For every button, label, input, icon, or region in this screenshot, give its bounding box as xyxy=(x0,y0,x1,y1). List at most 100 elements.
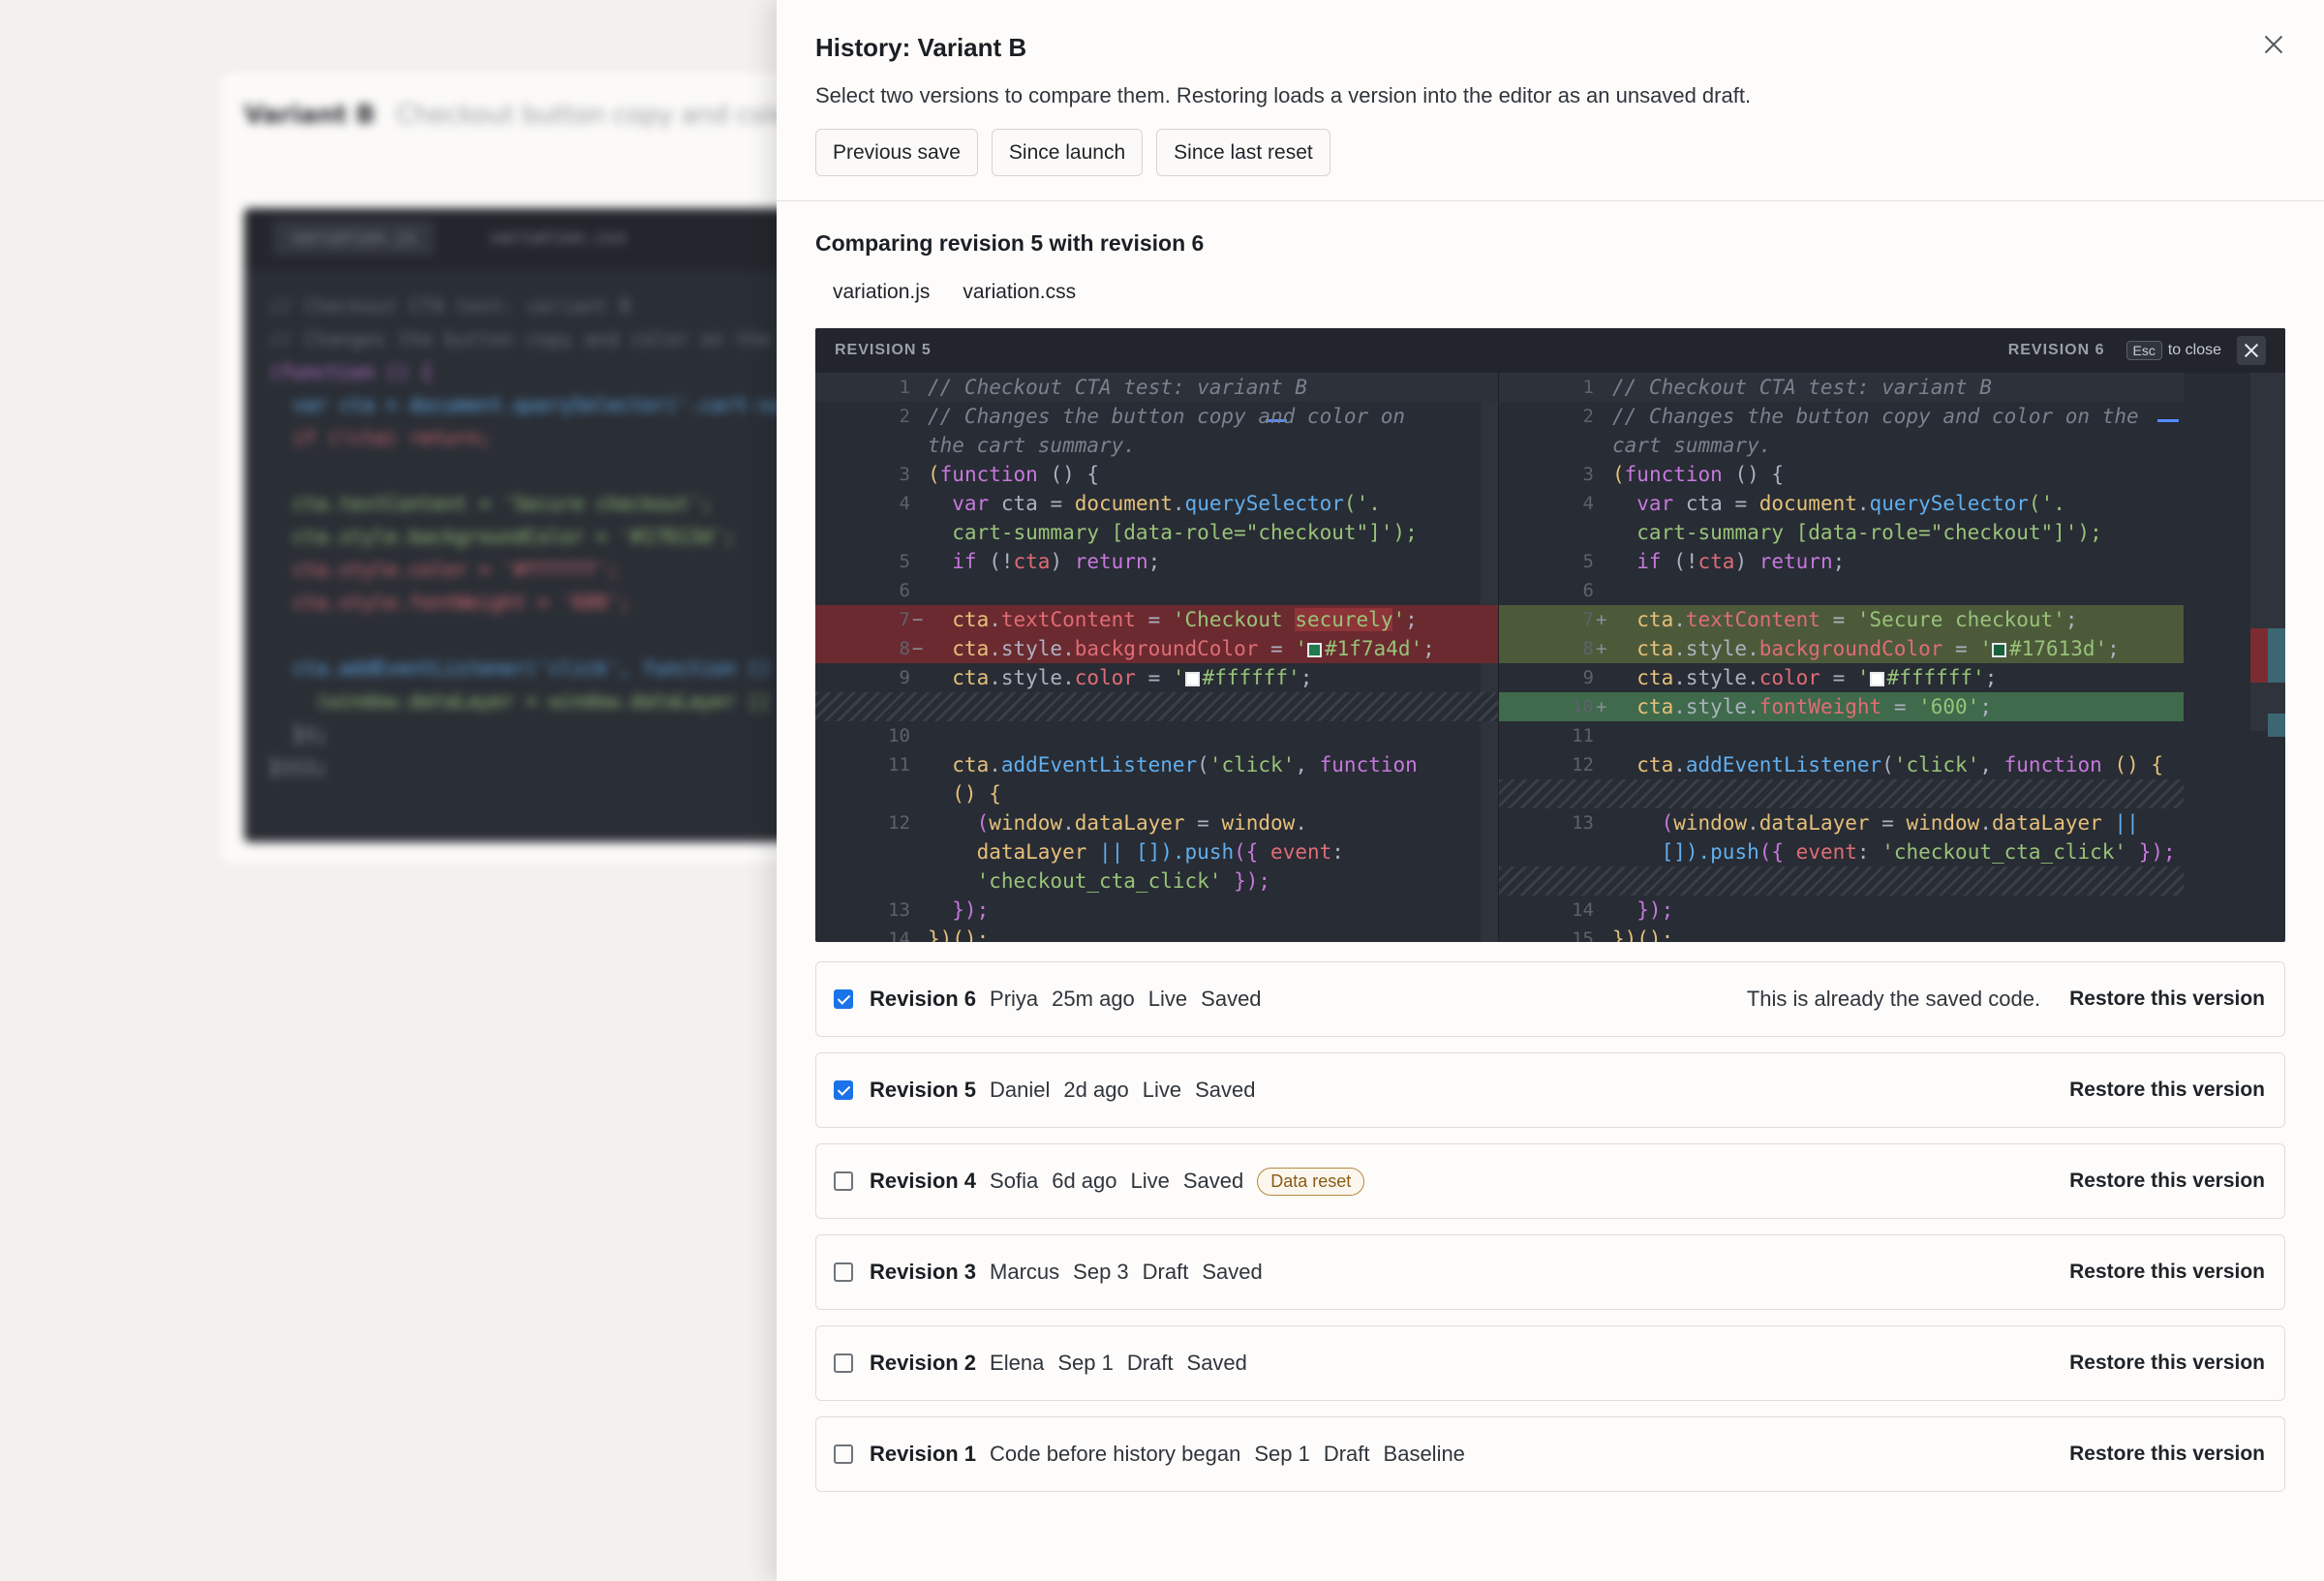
overview-added-marker xyxy=(2268,628,2285,683)
preset-since-launch-button[interactable]: Since launch xyxy=(991,129,1144,176)
background-code-line: // Checkout CTA test: variant B xyxy=(269,294,631,318)
background-code: // Checkout CTA test: variant B // Change… xyxy=(244,270,786,803)
diff-line: 11 xyxy=(1572,725,1594,746)
diff-line: 15})(); xyxy=(1572,927,1674,942)
color-swatch-icon xyxy=(1869,672,1884,686)
revision-6-checkbox[interactable] xyxy=(834,989,853,1009)
history-header: History: Variant B Select two versions t… xyxy=(777,0,2324,201)
revision-author: Code before history began xyxy=(990,1442,1241,1466)
revision-row-6[interactable]: Revision 6 Priya 25m ago Live Saved This… xyxy=(815,961,2285,1037)
revision-3-checkbox[interactable] xyxy=(834,1262,853,1282)
revision-name: Revision 6 xyxy=(870,987,977,1011)
revision-name: Revision 5 xyxy=(870,1078,977,1102)
revision-env: Draft xyxy=(1126,1351,1174,1375)
revision-time: Sep 1 xyxy=(1254,1442,1310,1466)
restore-revision-5-button[interactable]: Restore this version xyxy=(2069,1079,2265,1102)
background-code-line: (function () { xyxy=(269,360,433,383)
background-title: Variant B Checkout button copy and color xyxy=(244,101,799,130)
revision-4-checkbox[interactable] xyxy=(834,1171,853,1191)
restore-revision-4-button[interactable]: Restore this version xyxy=(2069,1170,2265,1193)
diff-line: 14})(); xyxy=(888,927,990,942)
diff-line: 5 if (!cta) return; xyxy=(1582,550,1846,573)
preset-since-last-reset-button[interactable]: Since last reset xyxy=(1156,129,1330,176)
color-swatch-icon xyxy=(1306,643,1322,657)
revision-state: Saved xyxy=(1182,1169,1244,1193)
tab-variation-css[interactable]: variation.css xyxy=(963,281,1076,304)
diff-line: []).push({ event: 'checkout_cta_click' }… xyxy=(1612,840,2176,864)
diff-filler xyxy=(1499,867,2184,896)
background-code-line: cta.textContent = 'Secure checkout'; xyxy=(269,492,713,515)
revision-2-checkbox[interactable] xyxy=(834,1353,853,1373)
diff-line-removed: 8− cta.style.backgroundColor = ' #1f7a4d'… xyxy=(815,634,1498,663)
diff-line-added: 8 + cta.style.backgroundColor = ' #17613d'… xyxy=(1499,634,2184,663)
esc-key: Esc xyxy=(2125,341,2162,360)
diff-line: 2// Changes the button copy and color on xyxy=(899,405,1406,428)
tab-variation-js[interactable]: variation.js xyxy=(833,281,930,304)
revision-state: Saved xyxy=(1186,1351,1247,1375)
color-swatch-icon xyxy=(1991,643,2006,657)
revision-state: Baseline xyxy=(1383,1442,1465,1466)
revision-1-checkbox[interactable] xyxy=(834,1444,853,1464)
diff-line: 1// Checkout CTA test: variant B xyxy=(1499,373,2184,402)
background-code-line: // Changes the button copy and color on … xyxy=(269,327,771,350)
diff-line: () { xyxy=(928,782,1001,806)
diff-right-pane: 1// Checkout CTA test: variant B 2// Cha… xyxy=(1498,373,2184,942)
revision-time: 6d ago xyxy=(1052,1169,1117,1193)
diff-line: 4 var cta = document.querySelector('. xyxy=(1582,492,2065,515)
diff-line: 12 cta.addEventListener('click', functio… xyxy=(1572,753,2164,776)
revision-author: Elena xyxy=(990,1351,1045,1375)
diff-line-removed: 7− cta.textContent = 'Checkout securely'… xyxy=(815,605,1498,634)
data-reset-badge: Data reset xyxy=(1257,1167,1365,1196)
revision-note: This is already the saved code. xyxy=(1746,987,2041,1011)
diff-line: 1// Checkout CTA test: variant B xyxy=(815,373,1498,402)
diff-line: 12 (window.dataLayer = window. xyxy=(888,811,1307,835)
diff-close-icon[interactable] xyxy=(2237,336,2266,365)
revision-env: Draft xyxy=(1323,1442,1370,1466)
background-code-line: var cta = document.querySelector('.cart-… xyxy=(269,393,782,416)
revision-row-1[interactable]: Revision 1 Code before history began Sep… xyxy=(815,1416,2285,1492)
restore-revision-1-button[interactable]: Restore this version xyxy=(2069,1443,2265,1466)
diff-line: cart-summary [data-role="checkout"]'); xyxy=(928,521,1418,544)
revision-5-checkbox[interactable] xyxy=(834,1080,853,1100)
revision-row-2[interactable]: Revision 2 Elena Sep 1 Draft Saved Resto… xyxy=(815,1325,2285,1401)
color-swatch-icon xyxy=(1184,672,1200,686)
restore-revision-3-button[interactable]: Restore this version xyxy=(2069,1261,2265,1284)
compare-presets: Previous save Since launch Since last re… xyxy=(815,129,2285,176)
diff-viewer: REVISION 5 REVISION 6 Esc to close 1// C… xyxy=(815,328,2285,942)
background-code-line: (window.dataLayer = window.dataLayer || xyxy=(269,689,771,713)
background-code-line: cta.style.backgroundColor = '#17613d'; xyxy=(269,525,736,548)
restore-revision-2-button[interactable]: Restore this version xyxy=(2069,1352,2265,1375)
revision-time: 2d ago xyxy=(1063,1078,1129,1102)
diff-line: 2// Changes the button copy and color on… xyxy=(1582,405,2139,428)
revision-row-3[interactable]: Revision 3 Marcus Sep 3 Draft Saved Rest… xyxy=(815,1234,2285,1310)
diff-line: 13 (window.dataLayer = window.dataLayer … xyxy=(1572,811,2139,835)
revision-author: Priya xyxy=(990,987,1039,1011)
revision-author: Sofia xyxy=(990,1169,1039,1193)
revision-env: Live xyxy=(1147,987,1188,1011)
revision-row-5[interactable]: Revision 5 Daniel 2d ago Live Saved Rest… xyxy=(815,1052,2285,1128)
diff-line-added: 7 + cta.textContent = 'Secure checkout'; xyxy=(1499,605,2184,634)
background-code-line: })(); xyxy=(269,755,328,778)
background-code-line: if (!cta) return; xyxy=(269,426,491,449)
preset-previous-save-button[interactable]: Previous save xyxy=(815,129,978,176)
esc-hint: Esc to close xyxy=(2125,341,2221,360)
diff-line: 13 }); xyxy=(888,898,990,922)
diff-line: 14 }); xyxy=(1572,898,1674,922)
compare-title: Comparing revision 5 with revision 6 xyxy=(815,230,1205,256)
close-icon[interactable] xyxy=(2258,29,2289,60)
revision-state: Saved xyxy=(1201,987,1262,1011)
overview-added-marker xyxy=(2268,714,2285,737)
revision-list: Revision 6 Priya 25m ago Live Saved This… xyxy=(815,961,2285,1492)
revision-env: Draft xyxy=(1142,1260,1189,1284)
revision-state: Saved xyxy=(1195,1078,1256,1102)
history-title: History: Variant B xyxy=(815,33,1027,62)
diff-left-pane: 1// Checkout CTA test: variant B 2// Cha… xyxy=(815,373,1498,942)
diff-line: 6 xyxy=(1582,580,1594,601)
background-code-line: cta.style.fontWeight = '600'; xyxy=(269,591,631,614)
diff-filler xyxy=(1499,779,2184,808)
overview-removed-marker xyxy=(2250,628,2268,683)
revision-row-4[interactable]: Revision 4 Sofia 6d ago Live Saved Data … xyxy=(815,1143,2285,1219)
restore-revision-6-button[interactable]: Restore this version xyxy=(2069,988,2265,1011)
diff-overview-ruler[interactable] xyxy=(2250,373,2285,737)
revision-env: Live xyxy=(1130,1169,1170,1193)
